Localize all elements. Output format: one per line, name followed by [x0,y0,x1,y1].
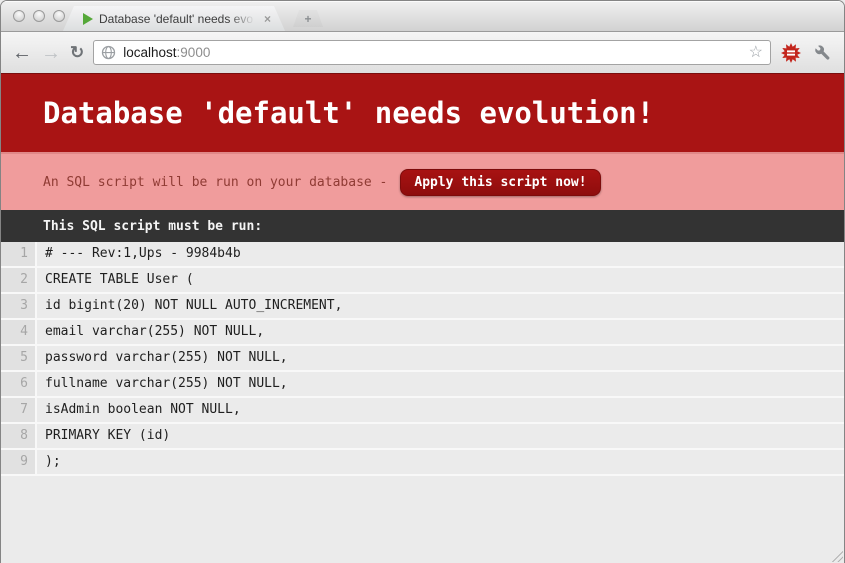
error-header: Database 'default' needs evolution! [1,73,844,152]
line-code: isAdmin boolean NOT NULL, [37,398,241,422]
code-line: 9); [1,450,844,476]
line-number: 5 [1,346,37,370]
back-button[interactable]: ← [12,43,32,63]
code-line: 3id bigint(20) NOT NULL AUTO_INCREMENT, [1,294,844,320]
reload-button[interactable]: ↻ [70,44,84,61]
url-port: :9000 [177,45,211,60]
code-line: 2CREATE TABLE User ( [1,268,844,294]
code-line: 1# --- Rev:1,Ups - 9984b4b [1,242,844,268]
tab-title: Database 'default' needs evo [99,12,258,26]
line-number: 4 [1,320,37,344]
line-number: 1 [1,242,37,266]
url-host: localhost [123,45,176,60]
url-text: localhost:9000 [123,45,210,60]
line-code: password varchar(255) NOT NULL, [37,346,288,370]
line-code: CREATE TABLE User ( [37,268,194,292]
globe-icon [101,45,116,60]
page-title: Database 'default' needs evolution! [43,96,654,130]
browser-toolbar: ← → ↻ localhost:9000 ☆ [1,32,844,73]
page-content: Database 'default' needs evolution! An S… [1,73,844,563]
line-code: PRIMARY KEY (id) [37,424,170,448]
code-line: 5password varchar(255) NOT NULL, [1,346,844,372]
browser-tab[interactable]: Database 'default' needs evo × [63,6,285,31]
wrench-menu-icon[interactable] [811,42,833,64]
line-code: # --- Rev:1,Ups - 9984b4b [37,242,241,266]
script-bar: This SQL script must be run: [1,210,844,242]
line-number: 6 [1,372,37,396]
line-number: 8 [1,424,37,448]
code-line: 7isAdmin boolean NOT NULL, [1,398,844,424]
line-code: fullname varchar(255) NOT NULL, [37,372,288,396]
play-framework-favicon-icon [83,13,93,25]
sql-script-listing: 1# --- Rev:1,Ups - 9984b4b2CREATE TABLE … [1,242,844,563]
line-number: 7 [1,398,37,422]
window-controls [13,10,65,22]
bookmark-star-icon[interactable]: ☆ [749,45,763,61]
line-code: id bigint(20) NOT NULL AUTO_INCREMENT, [37,294,342,318]
notice-band: An SQL script will be run on your databa… [1,152,844,210]
url-input[interactable]: localhost:9000 ☆ [93,40,771,65]
zoom-window-button[interactable] [53,10,65,22]
line-number: 3 [1,294,37,318]
notice-text: An SQL script will be run on your databa… [43,175,387,190]
code-line: 4email varchar(255) NOT NULL, [1,320,844,346]
minimize-window-button[interactable] [33,10,45,22]
line-code: ); [37,450,61,474]
line-number: 9 [1,450,37,474]
extension-badge-icon[interactable] [780,42,802,64]
close-window-button[interactable] [13,10,25,22]
tab-close-icon[interactable]: × [264,13,271,25]
line-code: email varchar(255) NOT NULL, [37,320,264,344]
titlebar: Database 'default' needs evo × + [1,1,844,32]
apply-script-button[interactable]: Apply this script now! [400,169,600,196]
line-number: 2 [1,268,37,292]
browser-window: Database 'default' needs evo × + ← → ↻ l… [0,0,845,563]
new-tab-button[interactable]: + [293,10,323,27]
plus-icon: + [304,13,311,25]
code-line: 6fullname varchar(255) NOT NULL, [1,372,844,398]
script-bar-label: This SQL script must be run: [43,219,262,234]
code-line: 8PRIMARY KEY (id) [1,424,844,450]
forward-button[interactable]: → [41,43,61,63]
